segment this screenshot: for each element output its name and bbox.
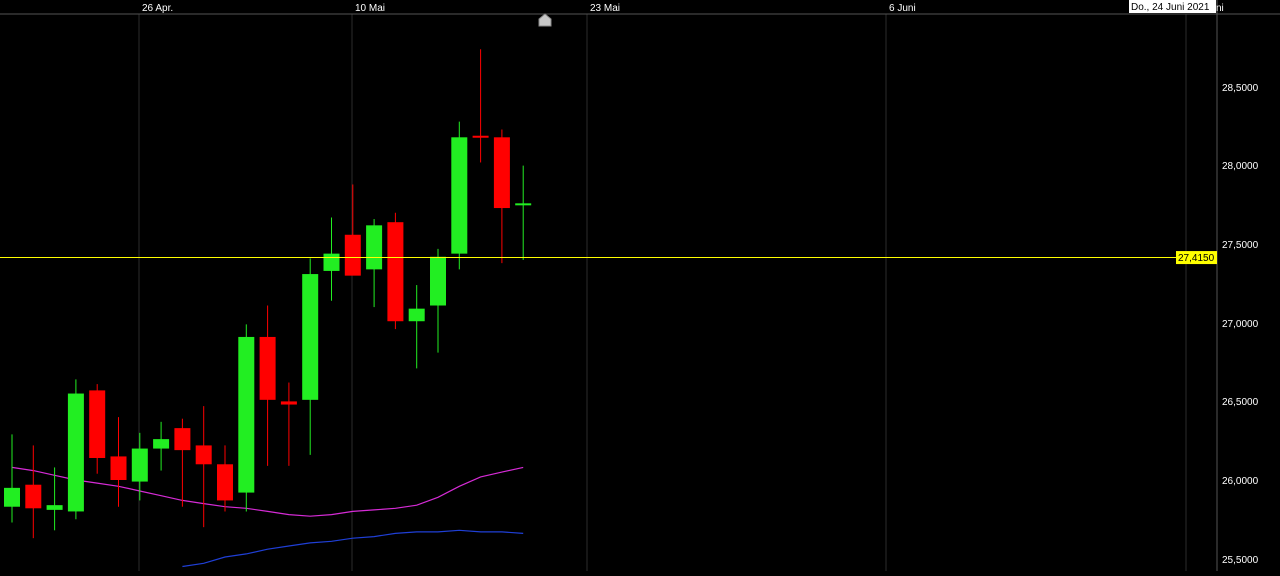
candle-body bbox=[515, 203, 532, 206]
candle bbox=[25, 445, 42, 539]
candle bbox=[280, 382, 297, 466]
moving-averages bbox=[11, 466, 524, 568]
y-tick-label: 25,5000 bbox=[1222, 555, 1259, 566]
candle bbox=[4, 434, 20, 523]
candle-body bbox=[131, 448, 148, 482]
candle-body bbox=[280, 401, 297, 405]
candle bbox=[430, 248, 446, 353]
candle bbox=[259, 305, 276, 466]
candle-body bbox=[493, 137, 510, 209]
x-truncated-label: ni bbox=[1216, 3, 1224, 14]
candle bbox=[323, 217, 340, 301]
x-axis: 26 Apr. 10 Mai 23 Mai 6 Juni ni Do., 24 … bbox=[142, 0, 1224, 14]
ma-line-1 bbox=[182, 529, 524, 568]
candle-body bbox=[387, 222, 404, 322]
ma-line-0 bbox=[11, 466, 524, 517]
candle-body bbox=[344, 234, 361, 276]
candle-body bbox=[323, 253, 340, 271]
candle bbox=[238, 324, 255, 512]
grid bbox=[0, 0, 1280, 571]
cursor-date-label: Do., 24 Juni 2021 bbox=[1131, 2, 1210, 13]
candlestick-chart[interactable]: 26 Apr. 10 Mai 23 Mai 6 Juni ni Do., 24 … bbox=[0, 0, 1280, 571]
y-tick-label: 27,0000 bbox=[1222, 319, 1259, 330]
candle-body bbox=[217, 464, 233, 501]
candle bbox=[344, 184, 361, 276]
candle bbox=[472, 49, 489, 163]
candle-body bbox=[67, 393, 84, 512]
candle-body bbox=[259, 336, 276, 400]
x-tick-label: 10 Mai bbox=[355, 3, 385, 14]
y-tick-label: 27,5000 bbox=[1222, 240, 1259, 251]
x-tick-label: 26 Apr. bbox=[142, 3, 173, 14]
candle bbox=[195, 406, 212, 528]
candle bbox=[387, 212, 404, 330]
candle-body bbox=[195, 445, 212, 465]
candle-body bbox=[174, 428, 191, 451]
candle bbox=[217, 445, 233, 512]
last-price-label: 27,4150 bbox=[1178, 253, 1215, 264]
candle bbox=[153, 421, 170, 471]
candle bbox=[67, 379, 84, 520]
candle bbox=[174, 418, 191, 507]
candle-body bbox=[89, 390, 106, 458]
candle-body bbox=[25, 484, 42, 509]
candle bbox=[451, 121, 468, 270]
chart-area[interactable]: 26 Apr. 10 Mai 23 Mai 6 Juni ni Do., 24 … bbox=[0, 0, 1280, 571]
candle bbox=[493, 129, 510, 264]
candle-body bbox=[430, 256, 446, 306]
candle bbox=[89, 384, 106, 474]
candle-body bbox=[302, 274, 319, 400]
candle-body bbox=[472, 135, 489, 138]
last-price: 27,4150 bbox=[0, 251, 1217, 265]
candle-body bbox=[110, 456, 127, 480]
house-arrow-icon[interactable] bbox=[538, 13, 552, 27]
candle bbox=[302, 258, 319, 455]
candle-body bbox=[153, 439, 170, 449]
y-tick-label: 26,0000 bbox=[1222, 476, 1259, 487]
y-axis: 28,5000 28,0000 27,5000 27,0000 26,5000 … bbox=[1222, 83, 1259, 566]
x-tick-label: 23 Mai bbox=[590, 3, 620, 14]
candle bbox=[515, 165, 532, 260]
candle-body bbox=[238, 336, 255, 493]
y-tick-label: 26,5000 bbox=[1222, 397, 1259, 408]
candle-body bbox=[46, 505, 63, 510]
candle-body bbox=[408, 308, 425, 322]
candle-body bbox=[4, 487, 20, 507]
x-tick-label: 6 Juni bbox=[889, 3, 916, 14]
candle-body bbox=[366, 225, 383, 270]
candle bbox=[366, 219, 383, 308]
candle-body bbox=[451, 137, 468, 254]
y-tick-label: 28,0000 bbox=[1222, 161, 1259, 172]
y-tick-label: 28,5000 bbox=[1222, 83, 1259, 94]
candles bbox=[4, 49, 532, 539]
candle bbox=[110, 417, 127, 507]
candle bbox=[408, 285, 425, 369]
